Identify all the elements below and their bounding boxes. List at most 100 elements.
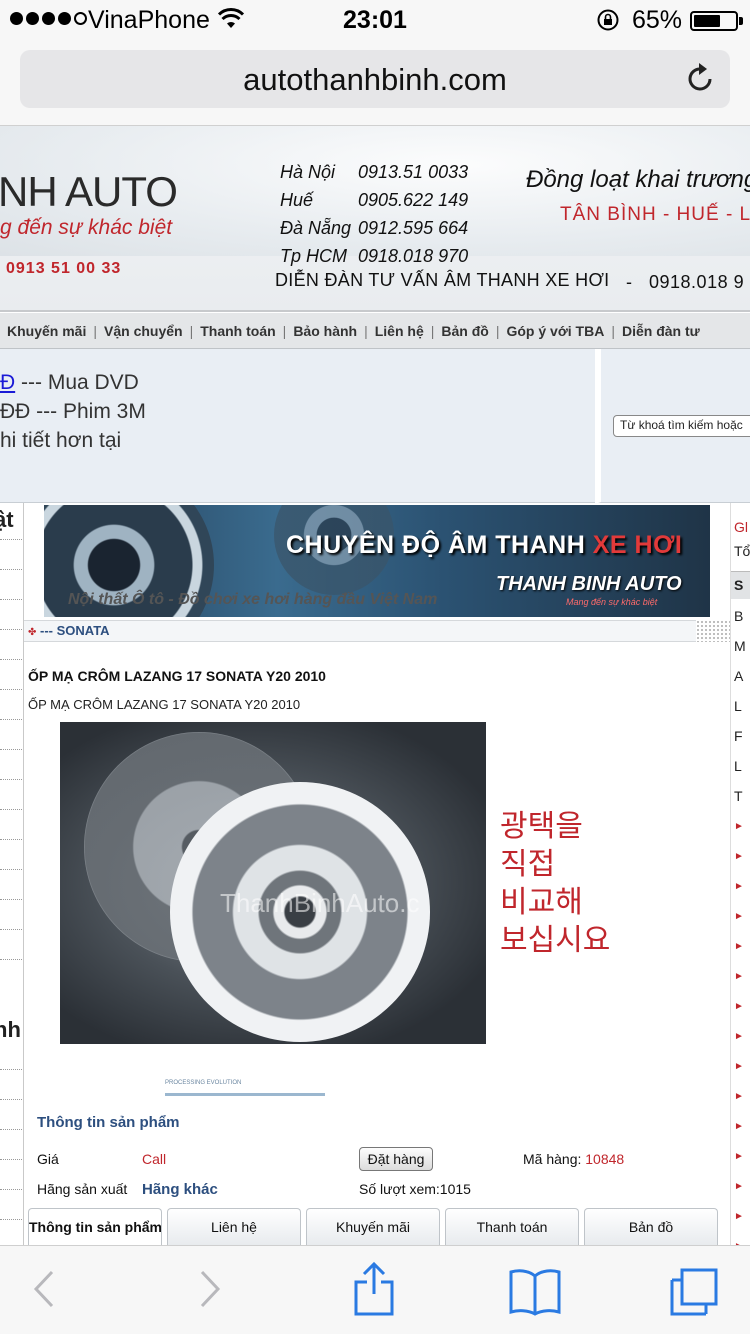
logo-phone: 0913 51 00 33 xyxy=(6,260,122,277)
right-sidebar-item[interactable]: T xyxy=(734,788,743,804)
address-bar[interactable]: autothanhbinh.com xyxy=(20,50,730,108)
browser-toolbar xyxy=(0,1245,750,1334)
contact-number: 0913.51 0033 xyxy=(358,162,469,182)
nav-item-gop-y[interactable]: Góp ý với TBA xyxy=(499,323,611,339)
bullet-arrow-icon: ► xyxy=(734,1031,744,1042)
bullet-arrow-icon: ► xyxy=(734,1121,744,1132)
status-bar: VinaPhone 23:01 65% xyxy=(0,0,750,40)
right-sidebar-item[interactable]: B xyxy=(734,608,743,624)
bullet-arrow-icon: ► xyxy=(734,911,744,922)
tab-promotions[interactable]: Khuyến mãi xyxy=(306,1208,440,1245)
address-bar-area: autothanhbinh.com xyxy=(0,40,750,126)
site-header-banner: NH AUTO g đến sự khác biệt 0913 51 00 33… xyxy=(0,126,750,312)
tab-contact[interactable]: Liên hệ xyxy=(167,1208,301,1245)
contact-number: 0918.018 970 xyxy=(358,246,469,266)
product-code-value: 10848 xyxy=(585,1151,625,1167)
back-icon[interactable] xyxy=(30,1266,58,1317)
banner-title: CHUYÊN ĐỘ ÂM THANH XE HƠI xyxy=(286,531,682,560)
battery-percent: 65% xyxy=(632,6,683,34)
maker-label: Hãng sản xuất xyxy=(37,1181,128,1197)
banner-tagline: Nội thất Ô tô - Đồ chơi xe hơi hàng đầu … xyxy=(68,591,438,608)
price-label: Giá xyxy=(37,1151,59,1167)
battery-tip xyxy=(739,17,743,25)
bullet-arrow-icon: ► xyxy=(734,1151,744,1162)
forum-dash: - xyxy=(626,272,633,292)
tab-payment[interactable]: Thanh toán xyxy=(445,1208,579,1245)
tab-map[interactable]: Bản đồ xyxy=(584,1208,718,1245)
forward-icon[interactable] xyxy=(196,1266,224,1317)
contact-row: Đà Nẵng 0912.595 664 xyxy=(280,214,488,242)
contact-city: Hà Nội xyxy=(280,162,336,182)
reload-icon[interactable] xyxy=(686,62,716,99)
nav-item-lien-he[interactable]: Liên hệ xyxy=(368,323,431,339)
rotation-lock-icon xyxy=(596,8,620,39)
promo-link[interactable]: Đ xyxy=(0,371,15,394)
search-area: Từ khoá tìm kiếm hoặc xyxy=(598,349,750,503)
left-sidebar-heading-2: nh xyxy=(0,1017,21,1042)
forum-text: DIỄN ĐÀN TƯ VẤN ÂM THANH XE HƠI xyxy=(275,270,610,290)
view-count: Số lượt xem:1015 xyxy=(359,1181,471,1197)
bullet-arrow-icon: ► xyxy=(734,881,744,892)
bullet-arrow-icon: ► xyxy=(734,821,744,832)
nav-item-ban-do[interactable]: Bản đồ xyxy=(434,323,495,339)
right-sidebar-header: S xyxy=(731,571,750,599)
promo-line-2: ĐĐ --- Phim 3M xyxy=(0,400,146,423)
right-sidebar-item[interactable]: A xyxy=(734,668,743,684)
nav-item-dien-dan[interactable]: Diễn đàn tư xyxy=(615,323,707,339)
right-sidebar-top-label: Gl xyxy=(734,519,748,535)
breadcrumb-text[interactable]: --- SONATA xyxy=(40,623,110,638)
left-sidebar-heading: ật xyxy=(0,507,14,532)
image-watermark: ThanhBinhAuto.c xyxy=(220,888,420,918)
contact-row: Huế 0905.622 149 xyxy=(280,186,488,214)
nav-item-thanh-toan[interactable]: Thanh toán xyxy=(193,323,282,339)
price-value: Call xyxy=(142,1151,167,1167)
logo-slogan: g đến sự khác biệt xyxy=(0,216,173,239)
banner-brand-sub: Mang đến sự khác biệt xyxy=(566,597,658,607)
right-sidebar-header-label: S xyxy=(734,577,744,593)
product-title: ỐP MẠ CRÔM LAZANG 17 SONATA Y20 2010 xyxy=(28,668,326,684)
branch-cities: TÂN BÌNH - HUẾ - L xyxy=(560,204,750,225)
right-sidebar-text: Tổ xyxy=(734,543,750,559)
contact-row: Hà Nội 0913.51 0033 xyxy=(280,158,488,186)
product-image[interactable]: ThanhBinhAuto.c xyxy=(60,722,486,1044)
banner-title-red: XE HƠI xyxy=(592,531,683,559)
product-tabs: Thông tin sản phẩm Liên hệ Khuyến mãi Th… xyxy=(28,1208,718,1245)
share-icon[interactable] xyxy=(352,1260,396,1323)
forum-phone-number: 0918.018 9 xyxy=(649,272,745,292)
right-sidebar-item[interactable]: M xyxy=(734,638,746,654)
contact-city: Tp HCM xyxy=(280,246,347,266)
forum-line: DIỄN ĐÀN TƯ VẤN ÂM THANH XE HƠI xyxy=(275,270,610,291)
opening-slogan: Đồng loạt khai trương xyxy=(526,166,750,193)
right-sidebar-item[interactable]: L xyxy=(734,758,742,774)
banner-title-white: CHUYÊN ĐỘ ÂM THANH xyxy=(286,531,593,559)
left-sidebar: ật nh xyxy=(0,503,24,1245)
product-subtitle: ỐP MẠ CRÔM LAZANG 17 SONATA Y20 2010 xyxy=(28,697,301,712)
promo-line-1-text: --- Mua DVD xyxy=(15,371,139,394)
tab-product-info[interactable]: Thông tin sản phẩm xyxy=(28,1208,162,1245)
banner-brand: THANH BINH AUTO xyxy=(496,573,682,595)
product-info-heading: Thông tin sản phẩm xyxy=(37,1114,180,1131)
right-sidebar-item[interactable]: F xyxy=(734,728,743,744)
nav-item-van-chuyen[interactable]: Vận chuyển xyxy=(97,323,190,339)
url-text[interactable]: autothanhbinh.com xyxy=(20,62,730,98)
bullet-arrow-icon: ► xyxy=(734,1211,744,1222)
browser-screen: VinaPhone 23:01 65% autothanhbinh.com NH… xyxy=(0,0,750,1334)
bullet-arrow-icon: ► xyxy=(734,1061,744,1072)
promo-banner-image: CHUYÊN ĐỘ ÂM THANH XE HƠI THANH BINH AUT… xyxy=(44,505,710,617)
tabs-icon[interactable] xyxy=(668,1266,720,1323)
bookmarks-icon[interactable] xyxy=(508,1266,562,1321)
maker-value[interactable]: Hãng khác xyxy=(142,1181,218,1198)
site-logo[interactable]: NH AUTO xyxy=(0,168,178,216)
contact-number: 0912.595 664 xyxy=(358,218,469,238)
order-button[interactable]: Đặt hàng xyxy=(359,1147,433,1171)
breadcrumb: ✤ --- SONATA xyxy=(24,620,696,642)
promo-line-3: hi tiết hơn tại xyxy=(0,429,122,452)
nav-item-khuyen-mai[interactable]: Khuyến mãi xyxy=(0,323,93,339)
search-input[interactable]: Từ khoá tìm kiếm hoặc xyxy=(613,415,750,437)
nav-item-bao-hanh[interactable]: Bảo hành xyxy=(286,323,364,339)
bullet-arrow-icon: ► xyxy=(734,971,744,982)
forum-phone: - 0918.018 9 xyxy=(626,272,744,293)
korean-caption: 광택을 직접 비교해 보십시요 xyxy=(500,810,611,957)
bullet-arrow-icon: ► xyxy=(734,851,744,862)
right-sidebar-item[interactable]: L xyxy=(734,698,742,714)
